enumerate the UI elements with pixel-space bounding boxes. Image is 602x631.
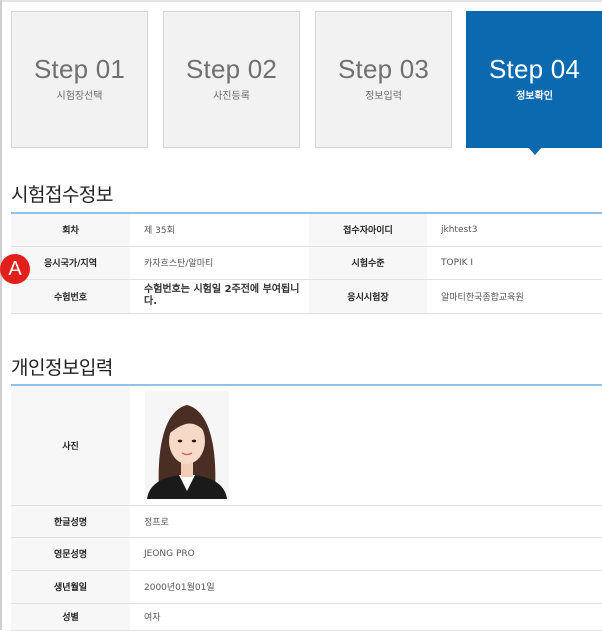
value-cell: 2000년01월01일 — [130, 570, 602, 604]
table-row: 한글성명 정프로 — [11, 505, 602, 538]
step-03[interactable]: Step 03 정보입력 — [315, 11, 452, 148]
value-cell: 여자 — [130, 603, 602, 631]
applicant-photo — [145, 391, 229, 500]
annotation-marker: A — [0, 254, 30, 284]
header-cell: 한글성명 — [11, 505, 130, 538]
step-number: Step 01 — [33, 54, 126, 84]
step-indicator: Step 01 시험장선택 Step 02 사진등록 Step 03 정보입력 … — [11, 11, 602, 155]
step-number: Step 04 — [488, 54, 581, 84]
header-cell: 접수자아이디 — [309, 214, 427, 247]
step-label: 정보확인 — [516, 91, 553, 102]
table-row: 영문성명 JEONG PRO — [11, 537, 602, 571]
value-cell: 수험번호는 시험일 2주전에 부여됩니다. — [130, 279, 309, 314]
table-row: 응시국가/지역 카자흐스탄/알마티 시험수준 TOPIK Ⅰ — [11, 246, 602, 280]
exam-info-table: 회차 제 35회 접수자아이디 jkhtest3 응시국가/지역 카자흐스탄/알… — [11, 214, 602, 314]
step-02[interactable]: Step 02 사진등록 — [163, 11, 300, 148]
value-cell: TOPIK Ⅰ — [427, 246, 602, 280]
step-01[interactable]: Step 01 시험장선택 — [11, 11, 148, 148]
frame-left-border — [0, 0, 2, 630]
header-cell: 수험번호 — [11, 279, 130, 314]
table-row: 수험번호 수험번호는 시험일 2주전에 부여됩니다. 응시시험장 알마티한국종합… — [11, 279, 602, 314]
header-cell: 영문성명 — [11, 537, 130, 571]
step-04-current[interactable]: Step 04 정보확인 — [466, 11, 602, 155]
value-cell: 카자흐스탄/알마티 — [130, 246, 309, 280]
header-cell: 회차 — [11, 214, 130, 247]
value-cell: JEONG PRO — [130, 537, 602, 571]
table-row: 사진 — [11, 386, 602, 506]
frame-top-border — [0, 0, 602, 2]
step-number: Step 02 — [185, 54, 278, 84]
personal-info-title: 개인정보입력 — [11, 358, 113, 379]
header-cell: 응시시험장 — [309, 279, 427, 314]
header-cell: 사진 — [11, 386, 130, 506]
table-row: 생년월일 2000년01월01일 — [11, 570, 602, 604]
table-row: 성별 여자 — [11, 603, 602, 631]
step-number: Step 03 — [337, 54, 430, 84]
photo-cell — [130, 386, 602, 506]
step-label: 시험장선택 — [56, 91, 103, 102]
header-cell: 시험수준 — [309, 246, 427, 280]
value-cell: 제 35회 — [130, 214, 309, 247]
exam-info-title: 시험접수정보 — [11, 185, 113, 206]
value-cell: 정프로 — [130, 505, 602, 538]
personal-info-table: 사진 한글성명 정프로 영문성명 JEONG PRO 생년월일 2000년01월… — [11, 386, 602, 631]
header-cell: 성별 — [11, 603, 130, 631]
value-cell: 알마티한국종합교육원 — [427, 279, 602, 314]
active-step-pointer — [528, 147, 542, 155]
header-cell: 생년월일 — [11, 570, 130, 604]
step-label: 정보입력 — [365, 91, 402, 102]
value-cell: jkhtest3 — [427, 214, 602, 247]
table-row: 회차 제 35회 접수자아이디 jkhtest3 — [11, 214, 602, 247]
step-label: 사진등록 — [213, 91, 250, 102]
